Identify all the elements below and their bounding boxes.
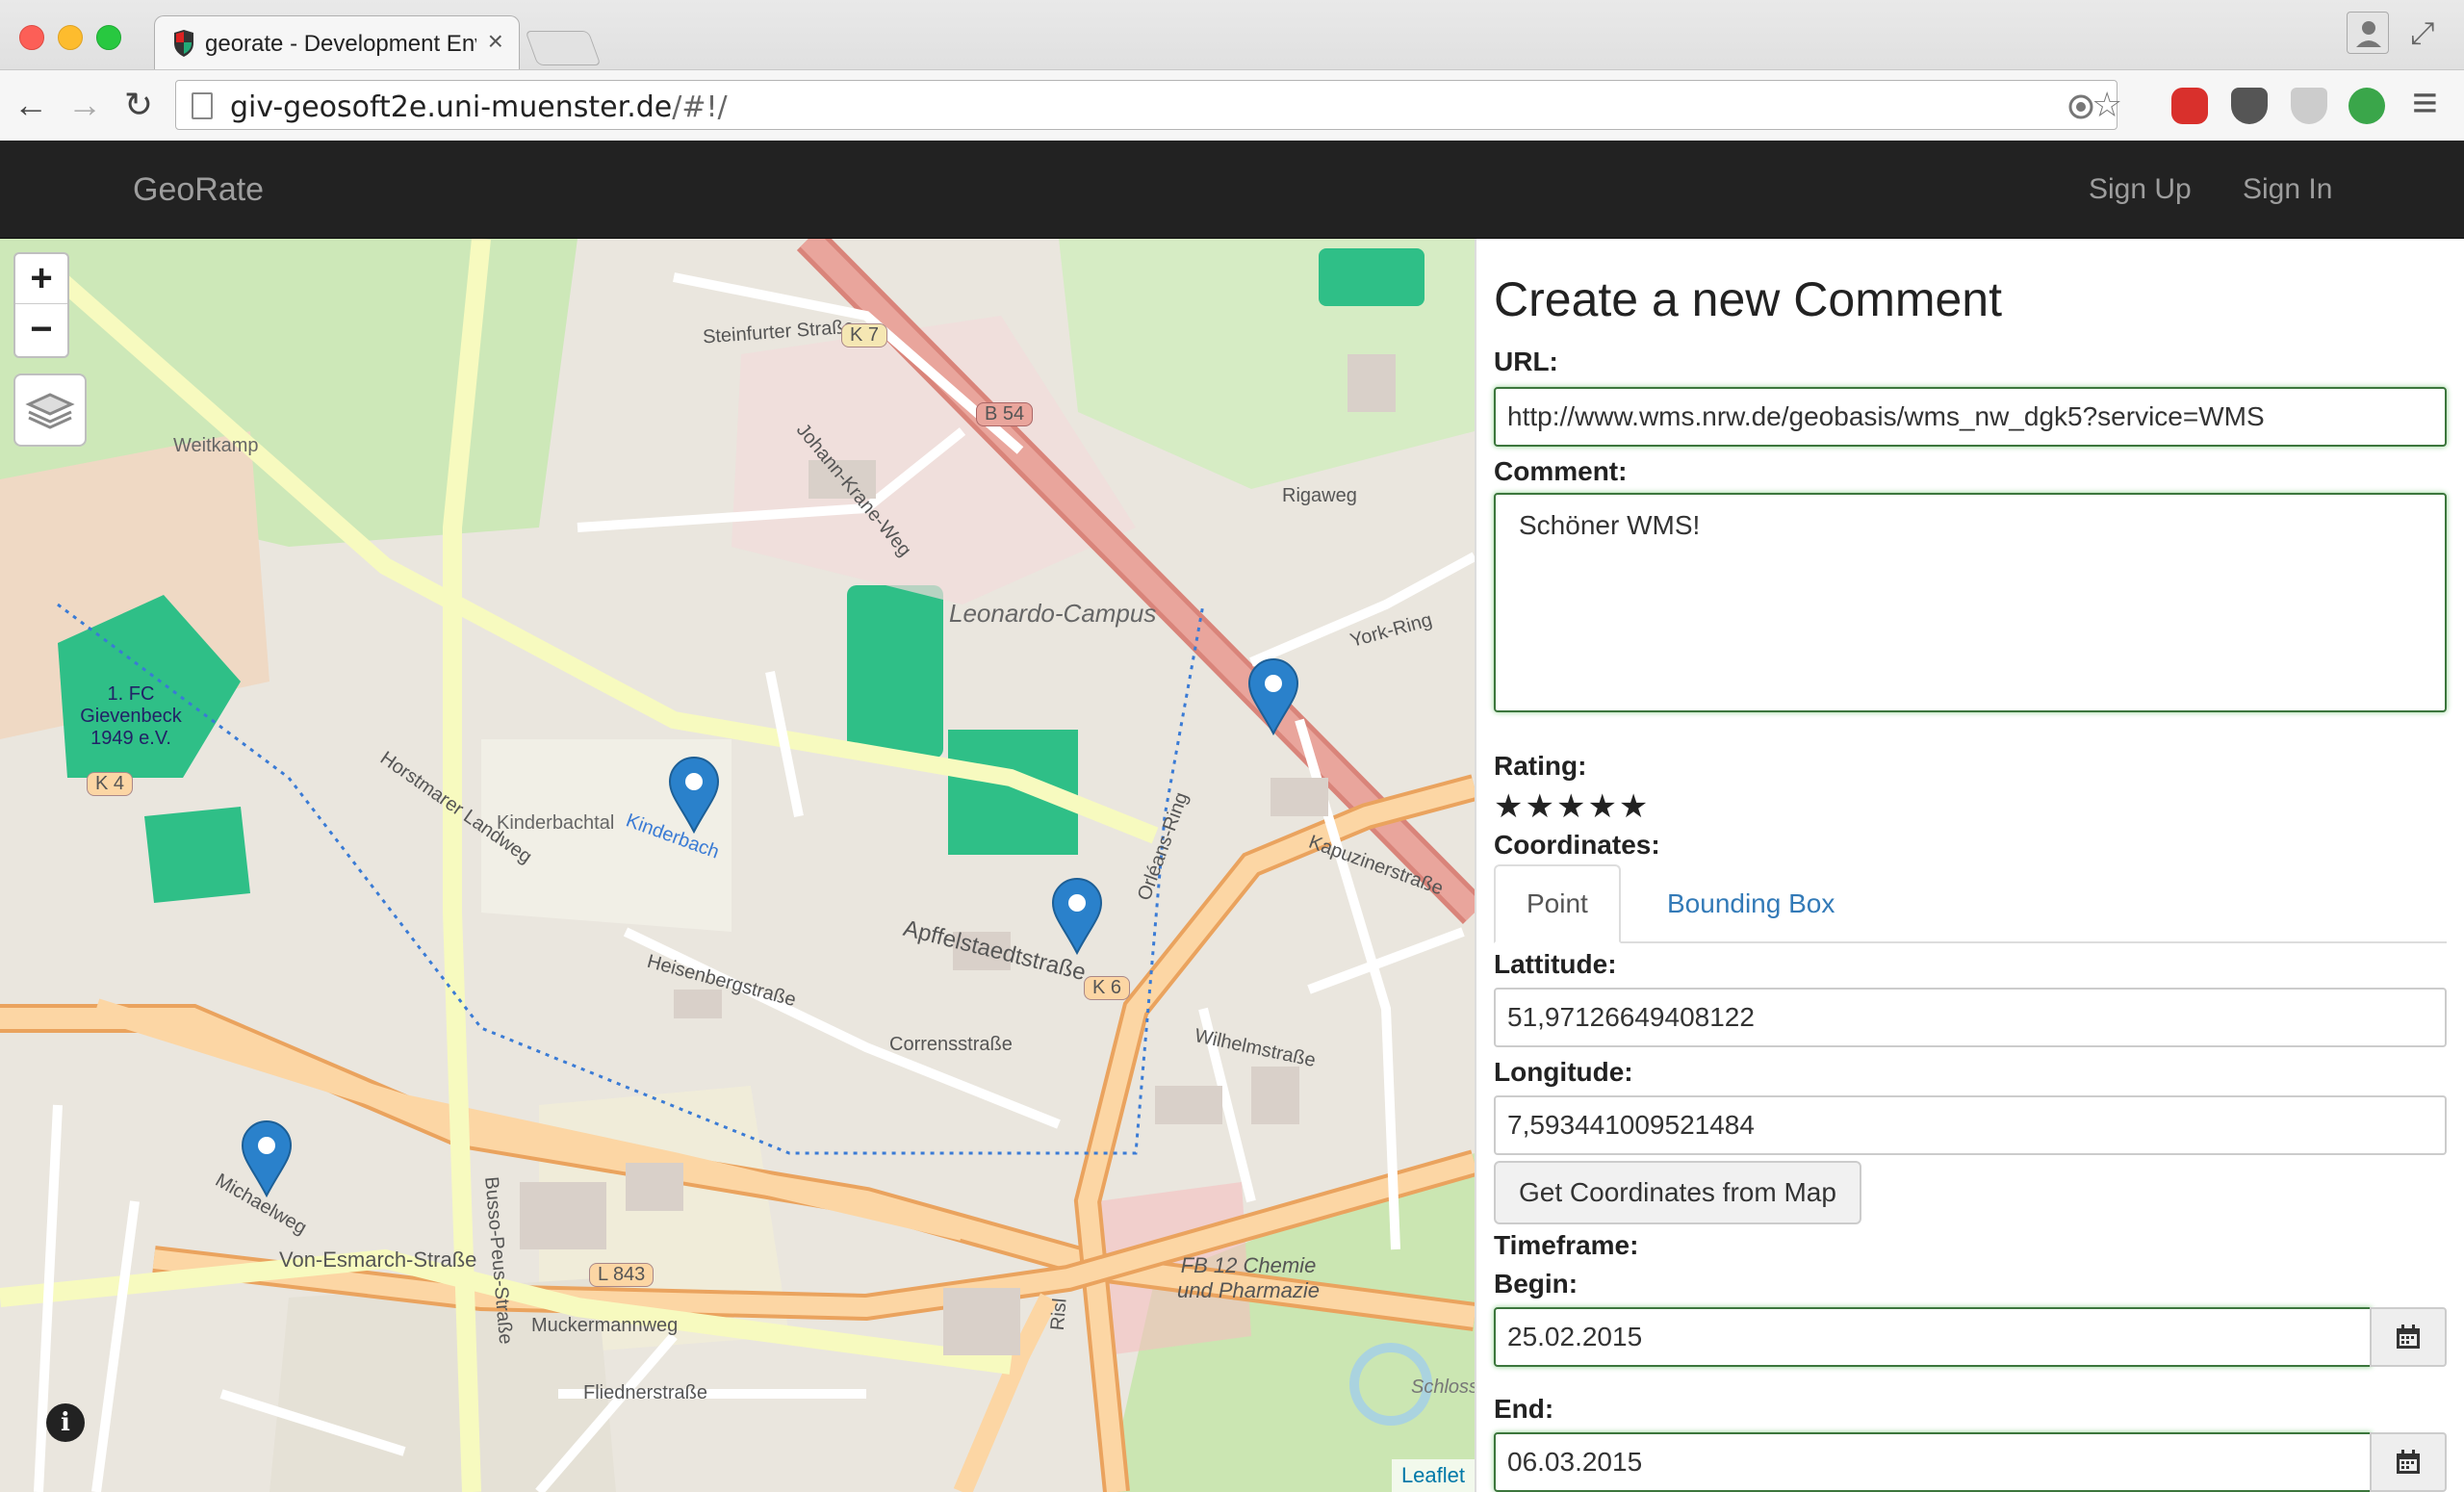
browser-tab[interactable]: georate - Development Environment × (154, 15, 520, 69)
signin-link[interactable]: Sign In (2243, 173, 2332, 206)
map-label: K 4 (87, 772, 134, 796)
begin-calendar-button[interactable] (2370, 1307, 2447, 1367)
get-coordinates-button[interactable]: Get Coordinates from Map (1494, 1161, 1861, 1224)
browser-chrome: georate - Development Environment × ⤢ ← … (0, 0, 2464, 141)
map-marker-icon[interactable] (1247, 658, 1299, 735)
adblock-icon[interactable] (2171, 88, 2208, 124)
map-tiles (0, 239, 1475, 1492)
page-icon (192, 92, 213, 119)
url-input[interactable]: http://www.wms.nrw.de/geobasis/wms_nw_dg… (1494, 387, 2447, 447)
page-title: Create a new Comment (1494, 272, 2003, 326)
end-label: End: (1494, 1394, 1554, 1424)
bookmark-star-icon[interactable]: ☆ (2092, 85, 2122, 125)
map-view[interactable]: Steinfurter Straße K 7 B 54 Weitkamp Hor… (0, 239, 1475, 1492)
reload-button[interactable]: ↻ (117, 84, 160, 126)
info-icon[interactable]: i (46, 1403, 85, 1442)
back-button[interactable]: ← (10, 84, 52, 126)
ghostery-icon[interactable] (2291, 88, 2327, 124)
coordinate-tabs: Point Bounding Box (1494, 864, 2447, 943)
latitude-label: Lattitude: (1494, 949, 1617, 979)
app-navbar: GeoRate Sign Up Sign In (0, 141, 2464, 239)
map-label: Muckermannweg (531, 1315, 679, 1336)
url-path: /#!/ (672, 90, 728, 124)
end-calendar-button[interactable] (2370, 1432, 2447, 1492)
map-label: K 6 (1084, 976, 1131, 1000)
map-marker-icon[interactable] (668, 757, 720, 834)
leaflet-attribution[interactable]: Leaflet (1391, 1459, 1475, 1492)
chrome-menu-icon[interactable]: ≡ (2412, 76, 2438, 128)
map-label: 1. FC Gievenbeck 1949 e.V. (80, 683, 182, 749)
map-label: FB 12 Chemie und Pharmazie (1177, 1253, 1320, 1302)
map-label: Rigaweg (1282, 485, 1357, 506)
url-text: giv-geosoft2e.uni-muenster.de/#!/ (230, 90, 728, 124)
pocket-icon[interactable] (2231, 88, 2268, 124)
maximize-window-button[interactable] (96, 25, 121, 50)
browser-toolbar: ← → ↻ giv-geosoft2e.uni-muenster.de/#!/ … (0, 69, 2464, 141)
tab-title: georate - Development Environment (205, 31, 476, 57)
map-label: Corrensstraße (889, 1034, 1013, 1055)
new-tab-button[interactable] (525, 31, 602, 65)
map-marker-icon[interactable] (241, 1120, 293, 1197)
coordinates-label: Coordinates: (1494, 830, 1660, 860)
tab-bounding-box[interactable]: Bounding Box (1636, 864, 1865, 943)
longitude-label: Longitude: (1494, 1057, 1633, 1087)
comment-textarea[interactable]: Schöner WMS! (1494, 493, 2447, 712)
tab-point[interactable]: Point (1494, 864, 1621, 943)
fullscreen-icon[interactable]: ⤢ (2410, 15, 2435, 52)
map-label: Weitkamp (173, 435, 259, 456)
map-label: Leonardo-Campus (949, 599, 1157, 628)
url-host: giv-geosoft2e.uni-muenster.de (230, 90, 673, 124)
brand-link[interactable]: GeoRate (133, 171, 264, 209)
map-label: K 7 (841, 323, 888, 347)
end-date-input[interactable]: 06.03.2015 (1494, 1432, 2372, 1492)
rating-stars[interactable]: ★★★★★ (1494, 787, 1650, 826)
calendar-icon (2397, 1325, 2420, 1349)
address-bar[interactable]: giv-geosoft2e.uni-muenster.de/#!/ ☆ (175, 80, 2122, 130)
signup-link[interactable]: Sign Up (2089, 173, 2192, 206)
layers-icon (25, 393, 75, 429)
rating-label: Rating: (1494, 751, 1587, 781)
evernote-icon[interactable] (2348, 88, 2385, 124)
map-label: Fliednerstraße (583, 1382, 707, 1403)
map-label: Kinderbachtal (497, 812, 615, 834)
zoom-in-button[interactable]: + (15, 254, 67, 304)
longitude-input[interactable]: 7,593441009521484 (1494, 1095, 2447, 1155)
timeframe-label: Timeframe: (1494, 1230, 1639, 1260)
minimize-window-button[interactable] (58, 25, 83, 50)
close-tab-icon[interactable]: × (488, 26, 503, 57)
map-marker-icon[interactable] (1051, 878, 1103, 955)
zoom-control: + − (13, 252, 69, 358)
forward-button[interactable]: → (64, 84, 106, 126)
calendar-icon (2397, 1450, 2420, 1474)
comment-label: Comment: (1494, 456, 1628, 486)
map-label: L 843 (589, 1263, 654, 1287)
layers-button[interactable] (13, 373, 87, 447)
map-label: Risl (1046, 1297, 1071, 1332)
latitude-input[interactable]: 51,97126649408122 (1494, 988, 2447, 1047)
url-label: URL: (1494, 347, 1558, 376)
begin-date-input[interactable]: 25.02.2015 (1494, 1307, 2372, 1367)
map-label: B 54 (976, 402, 1034, 426)
shield-icon (174, 30, 193, 57)
map-label: Von-Esmarch-Straße (279, 1248, 477, 1272)
zoom-out-button[interactable]: − (15, 304, 67, 354)
profile-icon[interactable] (2347, 12, 2389, 54)
begin-label: Begin: (1494, 1269, 1578, 1299)
map-label: Schloss (1411, 1376, 1475, 1398)
comment-form-panel: Create a new Comment URL: http://www.wms… (1475, 239, 2464, 1492)
close-window-button[interactable] (19, 25, 44, 50)
